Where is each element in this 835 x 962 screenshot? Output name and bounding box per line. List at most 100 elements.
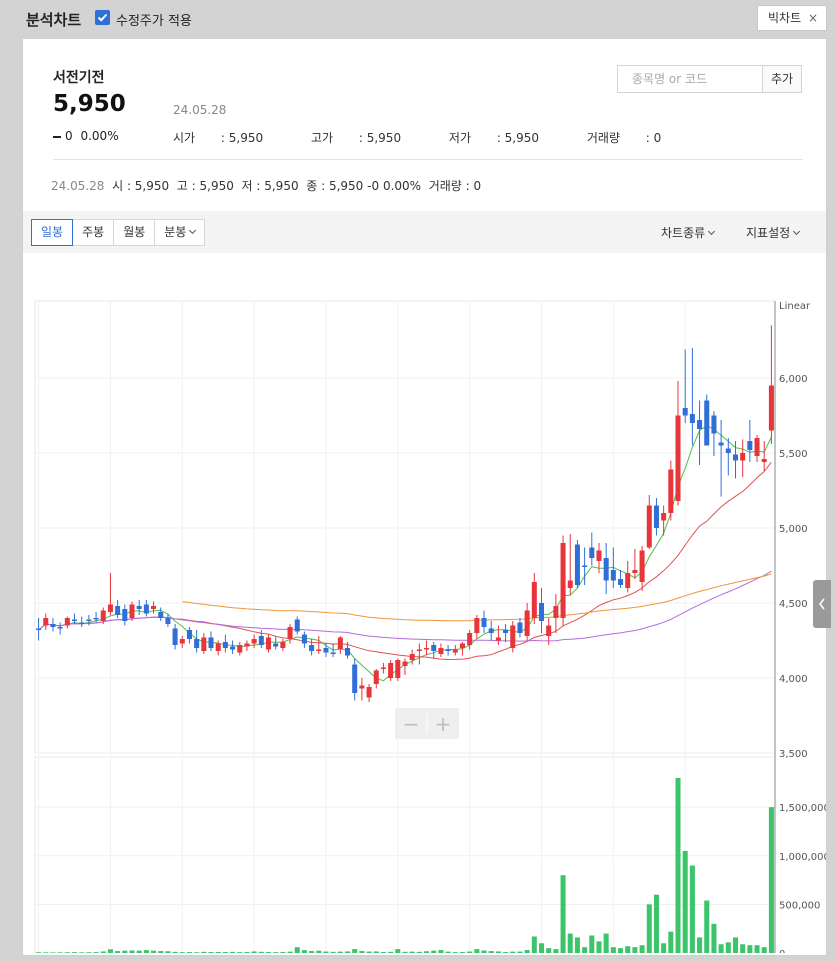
volume-bar — [632, 947, 638, 953]
open-label: 시가 — [173, 131, 196, 145]
check-icon — [97, 13, 108, 22]
volume-bar — [431, 950, 437, 953]
tab-daily[interactable]: 일봉 — [31, 219, 74, 246]
candle-body — [589, 547, 595, 558]
tab-weekly[interactable]: 주봉 — [72, 219, 115, 246]
volume-bar — [208, 952, 214, 953]
volume-bar — [43, 952, 49, 953]
volume-bar — [567, 933, 573, 953]
candle-body — [143, 604, 149, 614]
volume-bar — [222, 952, 228, 953]
candle-body — [359, 685, 365, 689]
info-change: -0 — [367, 179, 380, 193]
price-date: 24.05.28 — [173, 103, 227, 117]
candle-body — [345, 648, 351, 656]
volume-bar — [596, 941, 602, 953]
info-date: 24.05.28 — [51, 179, 105, 193]
volume-bar — [158, 951, 164, 953]
candle-body — [538, 603, 545, 621]
volume-bar — [574, 937, 580, 953]
stock-search-input[interactable]: 종목명 or 코드 — [617, 65, 763, 93]
low-value: 5,950 — [504, 131, 540, 145]
candle-body — [337, 637, 343, 650]
tab-minute[interactable]: 분봉 — [154, 219, 206, 246]
volume-bar — [151, 950, 157, 953]
volume-bar — [309, 951, 315, 953]
candle-body — [424, 648, 430, 650]
zoom-controls: − + — [395, 708, 459, 739]
tab-monthly[interactable]: 월봉 — [113, 219, 156, 246]
volume-bar — [93, 952, 99, 953]
volume-bar — [732, 937, 738, 953]
chart-type-dropdown[interactable]: 차트종류 — [661, 224, 716, 241]
candle-body — [653, 505, 659, 528]
chart-title: 분석차트 — [26, 11, 82, 29]
candle-body — [452, 649, 458, 653]
indicator-settings-dropdown[interactable]: 지표설정 — [746, 224, 801, 241]
big-chart-button[interactable]: 빅차트 × — [757, 5, 827, 31]
volume-bar — [201, 951, 207, 953]
candle-body — [402, 661, 408, 666]
candle-body — [768, 385, 774, 431]
candle-body — [79, 622, 85, 624]
info-low: 5,950 — [264, 179, 299, 193]
candle-body — [754, 438, 760, 456]
ma-line-ma120 — [182, 573, 772, 622]
add-button[interactable]: 추가 — [762, 65, 802, 93]
volume-bar — [337, 951, 343, 953]
candle-body — [747, 441, 753, 450]
volume-bar — [265, 952, 272, 953]
volume-bar — [467, 951, 473, 953]
volume-bar — [64, 952, 70, 953]
candlesticks — [36, 325, 774, 702]
candle-body — [718, 442, 724, 446]
candle-body — [36, 628, 42, 630]
candle-body — [93, 618, 99, 620]
current-price: 5,950 — [53, 91, 126, 117]
candle-body — [186, 630, 192, 639]
candle-body — [618, 579, 624, 585]
candle-body — [546, 625, 552, 636]
volume-bar — [503, 952, 509, 953]
volume-bar — [100, 951, 106, 953]
volume-bar — [510, 951, 516, 953]
candle-body — [294, 619, 300, 632]
zoom-in-button[interactable]: + — [435, 712, 452, 736]
candle-body — [582, 565, 588, 567]
candle-body — [481, 618, 487, 627]
volume-bar — [416, 951, 422, 953]
ma-line-ma5 — [38, 425, 772, 682]
candle-body — [158, 612, 164, 618]
volume-bar — [718, 944, 724, 953]
volume-bar — [352, 949, 358, 953]
period-tabs: 일봉 주봉 월봉 분봉 — [31, 219, 206, 246]
candle-body — [323, 648, 329, 653]
volume-bar — [452, 952, 458, 953]
volume-bar — [438, 950, 444, 953]
zoom-out-button[interactable]: − — [403, 712, 420, 736]
high-value: 5,950 — [366, 131, 402, 145]
side-panel-toggle[interactable] — [813, 580, 831, 628]
volume-bar — [625, 946, 631, 953]
stock-name: 서전기전 — [53, 70, 105, 86]
candle-body — [330, 652, 336, 654]
volume-bar — [424, 951, 430, 953]
candle-body — [273, 643, 279, 647]
close-icon[interactable]: × — [808, 6, 818, 30]
volume-bar — [603, 933, 609, 953]
adjusted-price-label[interactable]: 수정주가 적용 — [116, 10, 192, 29]
candle-body — [488, 628, 494, 633]
candle-body — [610, 570, 616, 581]
candle-body — [100, 610, 106, 621]
volume-bar — [546, 948, 552, 953]
volume-bar — [273, 952, 279, 953]
volume-bar — [653, 894, 659, 953]
price-tick-label: 5,500 — [779, 449, 808, 460]
volume-bar — [57, 952, 63, 953]
adjusted-price-checkbox[interactable] — [95, 10, 110, 25]
volume-bar — [517, 951, 523, 953]
volume-bar — [294, 947, 300, 953]
volume-bar — [287, 951, 293, 953]
price-volume-chart[interactable]: 6,000 5,500 5,000 4,500 4,000 3,500 Linear 1,50… — [23, 253, 826, 953]
info-open: 5,950 — [134, 179, 170, 193]
